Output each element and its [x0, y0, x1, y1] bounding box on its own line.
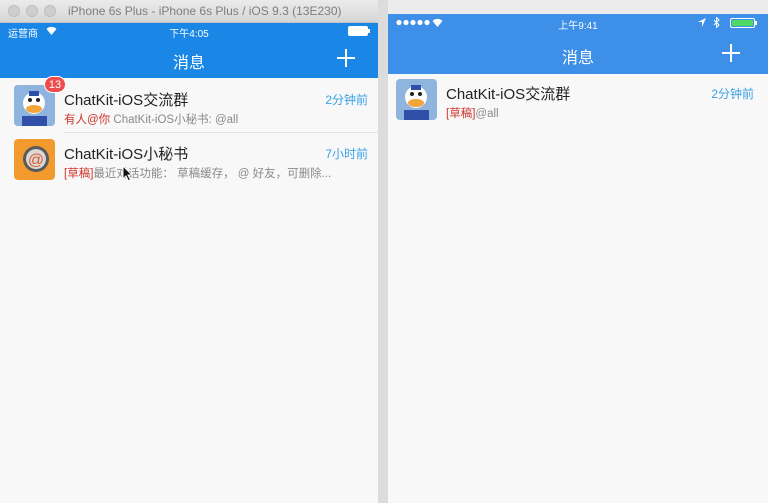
- clock-label: 下午4:05: [169, 29, 209, 40]
- duck-avatar-icon: [396, 79, 437, 120]
- simulator-titlebar: iPhone 6s Plus - iPhone 6s Plus / iOS 9.…: [0, 0, 378, 23]
- mouse-cursor-icon: [122, 165, 134, 182]
- phone-screen: 上午9:41 消息 ChatKit-iOS交流群 2分钟前 [草稿]@all: [388, 14, 768, 503]
- add-icon[interactable]: [722, 44, 740, 62]
- bluetooth-icon: [713, 17, 720, 28]
- unread-badge: 13: [44, 76, 66, 93]
- location-arrow-icon: [698, 18, 706, 27]
- preview-text: @all: [475, 108, 499, 120]
- conversation-preview: [草稿]最近对话功能： 草稿缓存， @ 好友，可删除...: [64, 165, 331, 181]
- close-window-button[interactable]: [8, 5, 20, 17]
- simulator-window: iPhone 6s Plus - iPhone 6s Plus / iOS 9.…: [0, 0, 378, 503]
- conversation-row[interactable]: @ ChatKit-iOS小秘书 7小时前 [草稿]最近对话功能： 草稿缓存， …: [0, 134, 378, 186]
- conversation-time: 2分钟前: [325, 93, 368, 107]
- conversation-preview: [草稿]@all: [446, 105, 499, 121]
- clock-label: 上午9:41: [558, 21, 598, 32]
- page-title: 消息: [561, 50, 594, 67]
- draft-tag: [草稿]: [64, 168, 94, 180]
- battery-icon: [348, 26, 370, 36]
- minimize-window-button[interactable]: [26, 5, 38, 17]
- conversation-title: ChatKit-iOS小秘书: [64, 146, 189, 163]
- zoom-window-button[interactable]: [44, 5, 56, 17]
- battery-full-icon: [730, 18, 757, 28]
- conversation-time: 2分钟前: [711, 87, 754, 101]
- navigation-bar: 消息: [388, 32, 768, 74]
- row-divider: [64, 132, 378, 133]
- svg-text:@: @: [28, 152, 44, 169]
- status-bar: 运营商 下午4:05: [0, 23, 378, 40]
- page-title: 消息: [172, 55, 205, 72]
- mention-tag: 有人@你: [64, 114, 111, 126]
- preview-text: ChatKit-iOS小秘书: @all: [110, 114, 239, 126]
- window-gap: [378, 0, 388, 503]
- conversation-title: ChatKit-iOS交流群: [64, 92, 189, 109]
- window-title: iPhone 6s Plus - iPhone 6s Plus / iOS 9.…: [68, 4, 342, 18]
- draft-tag: [草稿]: [446, 108, 476, 120]
- conversation-row[interactable]: ChatKit-iOS交流群 2分钟前 [草稿]@all: [388, 76, 768, 128]
- add-icon[interactable]: [337, 49, 355, 67]
- status-bar: 上午9:41: [388, 14, 768, 32]
- conversation-preview: 有人@你 ChatKit-iOS小秘书: @all: [64, 111, 238, 127]
- navigation-bar: 消息: [0, 39, 378, 78]
- at-sign-app-icon: @: [14, 139, 55, 180]
- conversation-title: ChatKit-iOS交流群: [446, 86, 571, 103]
- group-avatar: [396, 79, 437, 120]
- conversation-time: 7小时前: [325, 147, 368, 161]
- bot-avatar: @: [14, 139, 55, 180]
